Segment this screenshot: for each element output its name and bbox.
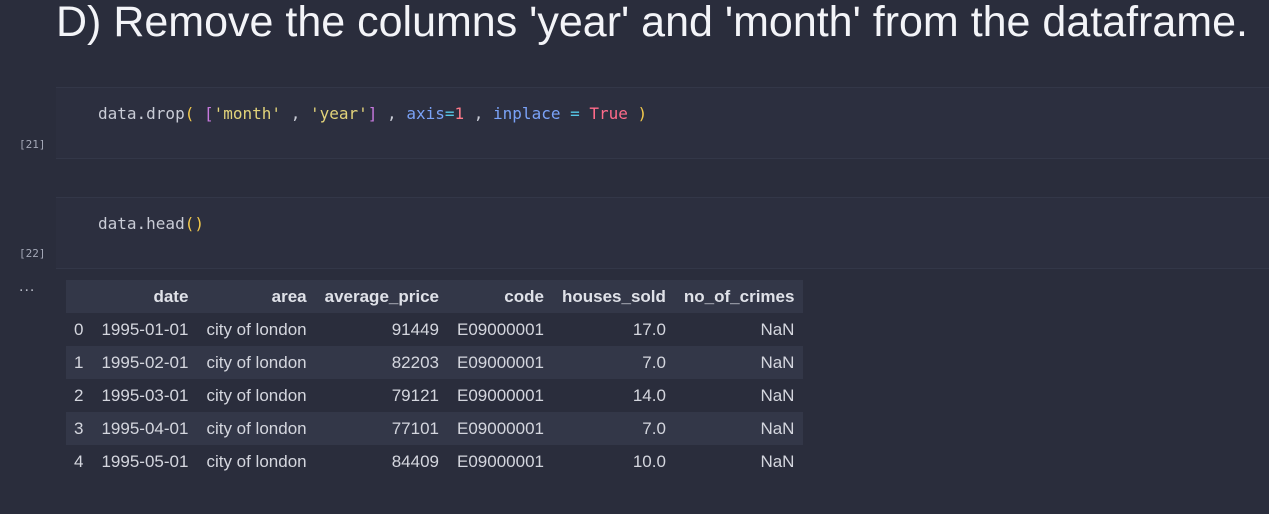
cell-area: city of london [197,412,316,445]
row-index: 1 [66,346,93,379]
markdown-heading: D) Remove the columns 'year' and 'month'… [56,0,1248,46]
cell-houses-sold: 17.0 [552,313,675,346]
table-row: 3 1995-04-01 city of london 77101 E09000… [66,412,804,445]
code-token: ] [367,104,378,123]
execution-count: [22] [19,247,46,260]
cell-code: E09000001 [448,379,553,412]
cell-average-price: 82203 [315,346,448,379]
cell-no-of-crimes: NaN [674,445,804,478]
cell-average-price: 79121 [315,379,448,412]
cell-date: 1995-01-01 [92,313,198,346]
cell-average-price: 84409 [315,445,448,478]
cell-area: city of london [197,379,316,412]
code-cell-head[interactable]: data.head() [56,197,1269,269]
column-header-date: date [92,280,198,313]
cell-no-of-crimes: NaN [674,412,804,445]
column-header-houses-sold: houses_sold [552,280,675,313]
cell-date: 1995-02-01 [92,346,198,379]
code-token: () [184,214,204,233]
code-token: [ [203,104,214,123]
code-token: 'month' [213,104,282,123]
cell-area: city of london [197,313,316,346]
cell-area: city of london [197,346,316,379]
code-token: 'year' [309,104,368,123]
row-index: 3 [66,412,93,445]
dataframe-output: date area average_price code houses_sold… [66,280,804,478]
column-header-code: code [448,280,553,313]
table-row: 1 1995-02-01 city of london 82203 E09000… [66,346,804,379]
cell-average-price: 91449 [315,313,448,346]
output-more-icon[interactable]: ... [19,278,35,296]
code-token: inplace [493,104,561,123]
code-editor-line[interactable]: data.drop( ['month' , 'year'] , axis = 1 ,… [98,104,647,123]
code-token: ) [637,104,648,123]
index-header [66,280,93,313]
dataframe-table: date area average_price code houses_sold… [66,280,804,478]
code-token: data.head [98,214,185,233]
row-index: 0 [66,313,93,346]
cell-houses-sold: 7.0 [552,412,675,445]
table-row: 2 1995-03-01 city of london 79121 E09000… [66,379,804,412]
code-editor-line[interactable]: data.head() [98,214,204,233]
cell-no-of-crimes: NaN [674,379,804,412]
code-token: = [560,104,590,123]
code-token: , [281,104,310,123]
code-token: data.drop [98,104,185,123]
code-token: axis [406,104,445,123]
cell-code: E09000001 [448,445,553,478]
cell-date: 1995-03-01 [92,379,198,412]
cell-no-of-crimes: NaN [674,346,804,379]
cell-area: city of london [197,445,316,478]
cell-average-price: 77101 [315,412,448,445]
code-token: True [589,104,628,123]
row-index: 4 [66,445,93,478]
row-index: 2 [66,379,93,412]
cell-no-of-crimes: NaN [674,313,804,346]
cell-code: E09000001 [448,313,553,346]
code-token: , [464,104,494,123]
cell-code: E09000001 [448,346,553,379]
execution-count: [21] [19,138,46,151]
table-header-row: date area average_price code houses_sold… [66,280,804,313]
notebook-page: D) Remove the columns 'year' and 'month'… [0,0,1269,514]
cell-date: 1995-04-01 [92,412,198,445]
column-header-area: area [197,280,316,313]
cell-houses-sold: 10.0 [552,445,675,478]
cell-date: 1995-05-01 [92,445,198,478]
table-row: 0 1995-01-01 city of london 91449 E09000… [66,313,804,346]
code-token: 1 [454,104,465,123]
column-header-average-price: average_price [315,280,448,313]
code-cell-drop[interactable]: data.drop( ['month' , 'year'] , axis = 1 ,… [56,87,1269,159]
column-header-no-of-crimes: no_of_crimes [674,280,804,313]
code-token: , [377,104,407,123]
cell-houses-sold: 7.0 [552,346,675,379]
code-token: ( [184,104,195,123]
cell-houses-sold: 14.0 [552,379,675,412]
table-row: 4 1995-05-01 city of london 84409 E09000… [66,445,804,478]
cell-code: E09000001 [448,412,553,445]
